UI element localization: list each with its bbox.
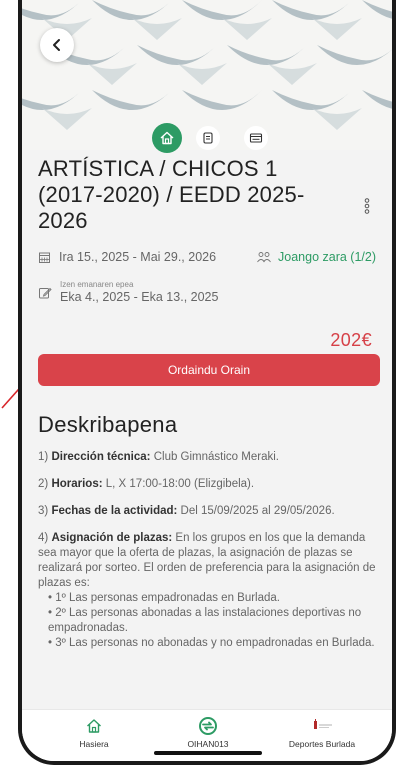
registration-period: Izen emanaren epea Eka 4., 2025 - Eka 13… [38,280,218,304]
activity-title: ARTÍSTICA / CHICOS 1 (2017-2020) / EEDD … [38,156,305,233]
activity-dates: Ira 15., 2025 - Mai 29., 2026 [38,250,216,264]
oihan-logo-icon [199,717,217,735]
document-icon [203,132,213,144]
preference-item: • 3º Las personas no abonadas y no empad… [48,637,375,649]
chevron-left-icon [53,39,60,51]
home-indicator[interactable] [154,751,262,755]
home-icon [87,719,101,733]
tab-list[interactable] [244,126,268,150]
pay-now-button[interactable]: Ordaindu Orain [38,354,380,386]
activity-content: ARTÍSTICA / CHICOS 1 (2017-2020) / EEDD … [22,150,392,649]
description-item: 2) Horarios: L, X 17:00-18:00 (Elizgibel… [38,478,255,490]
description-item: 3) Fechas de la actividad: Del 15/09/202… [38,505,335,517]
edit-icon [39,287,52,299]
tab-document[interactable] [196,126,220,150]
price: 202€ [330,330,372,350]
activity-dates-text: Ira 15., 2025 - Mai 29., 2026 [59,250,217,264]
more-options-icon[interactable] [364,198,370,214]
description-item: 1) Dirección técnica: Club Gimnástico Me… [38,451,279,463]
home-icon [160,131,174,145]
phone-screen: ARTÍSTICA / CHICOS 1 (2017-2020) / EEDD … [18,0,396,765]
description-section: Deskribapena 1) Dirección técnica: Club … [38,412,378,651]
preference-item: • 2º Las personas abonadas a las instala… [48,607,362,634]
registration-dates: Eka 4., 2025 - Eka 13., 2025 [60,290,219,304]
registration-label: Izen emanaren epea [60,280,134,289]
tab-home[interactable] [152,123,182,153]
nav-item-oihan013[interactable]: OIHAN013 [158,716,258,749]
calendar-icon [39,252,50,263]
spots-text: Joango zara (1/2) [278,250,376,264]
description-item: 4) Asignación de plazas: En los grupos e… [38,532,376,589]
preference-item: • 1º Las personas empadronadas en Burlad… [48,592,280,604]
burlada-logo-icon [314,719,332,729]
description-heading: Deskribapena [38,412,178,437]
list-icon [249,133,263,143]
bottom-navigation: Hasiera OIHAN013 Deportes Burlada [22,709,392,761]
people-icon [257,251,271,262]
nav-label: OIHAN013 [187,739,229,749]
nav-label: Hasiera [79,739,109,749]
nav-item-deportes-burlada[interactable]: Deportes Burlada [272,716,372,749]
spots-status: Joango zara (1/2) [256,250,376,264]
back-button[interactable] [40,28,74,62]
nav-item-hasiera[interactable]: Hasiera [44,716,144,749]
nav-label: Deportes Burlada [288,739,356,749]
